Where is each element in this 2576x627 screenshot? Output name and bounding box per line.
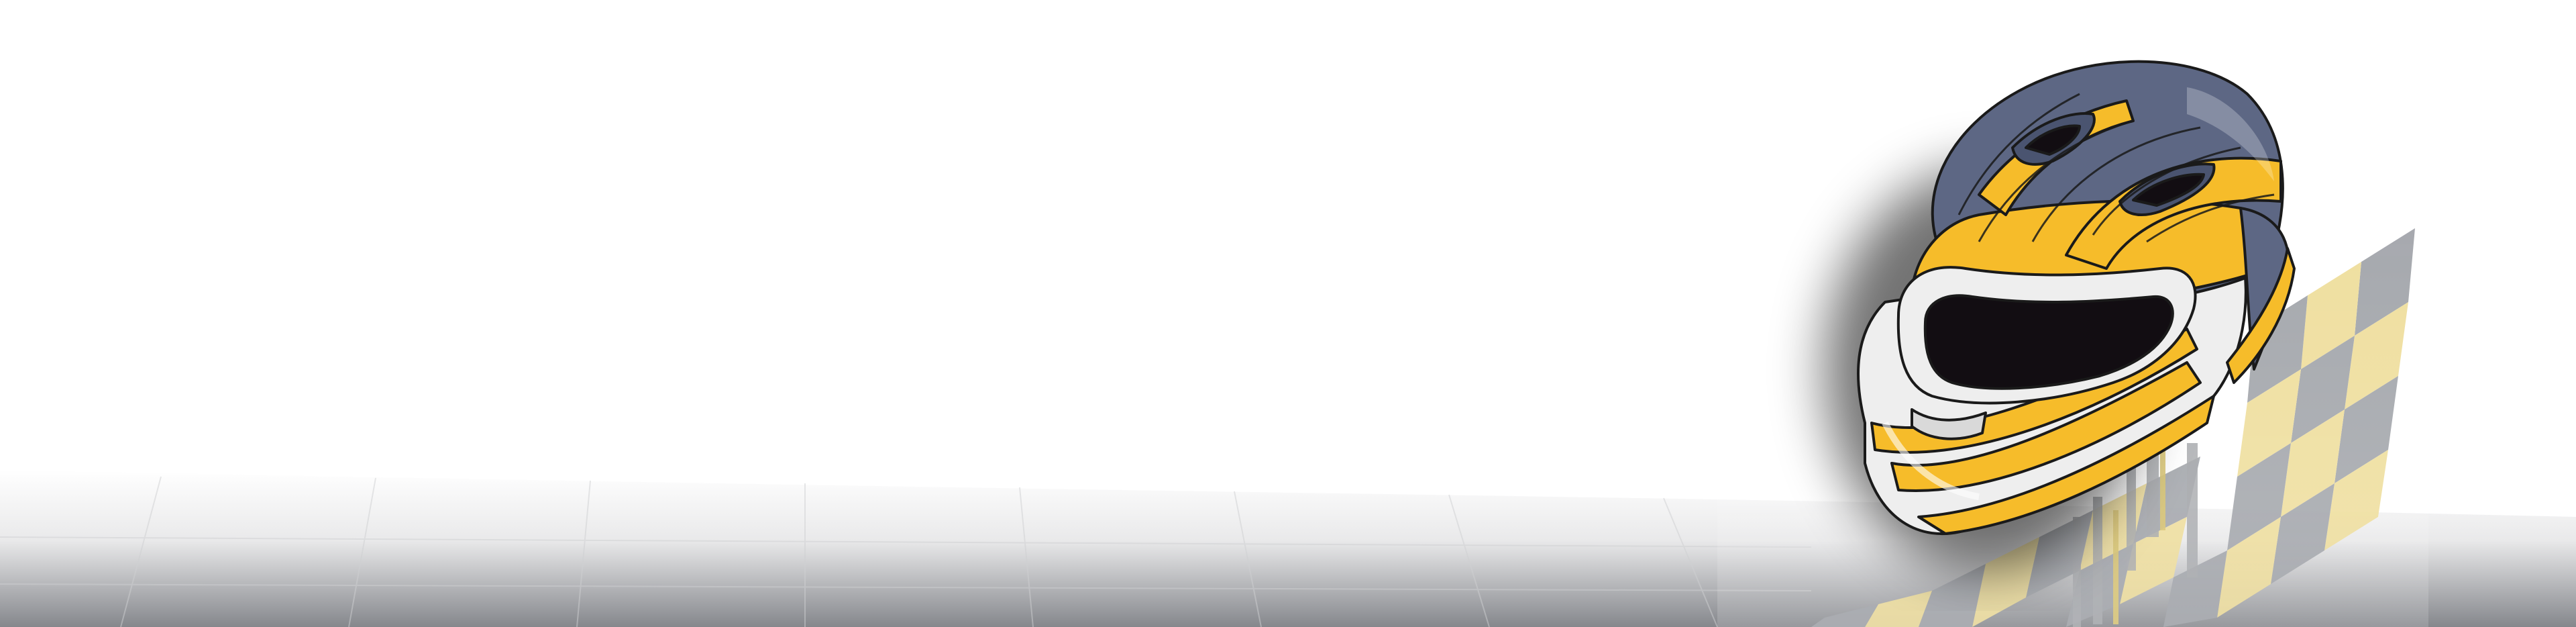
- racing-helmet-icon: [1857, 60, 2296, 536]
- hero-banner: [0, 0, 2576, 627]
